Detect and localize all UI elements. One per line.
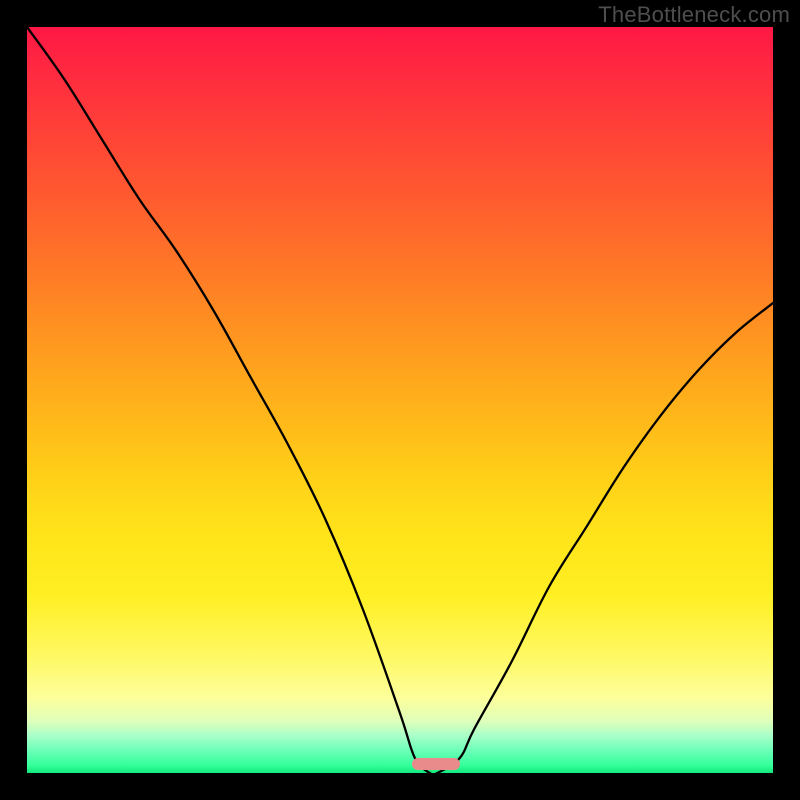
plot-area: [27, 27, 773, 773]
optimal-marker: [412, 758, 460, 770]
chart-frame: TheBottleneck.com: [0, 0, 800, 800]
bottleneck-curve: [27, 27, 773, 773]
attribution-text: TheBottleneck.com: [598, 2, 790, 28]
